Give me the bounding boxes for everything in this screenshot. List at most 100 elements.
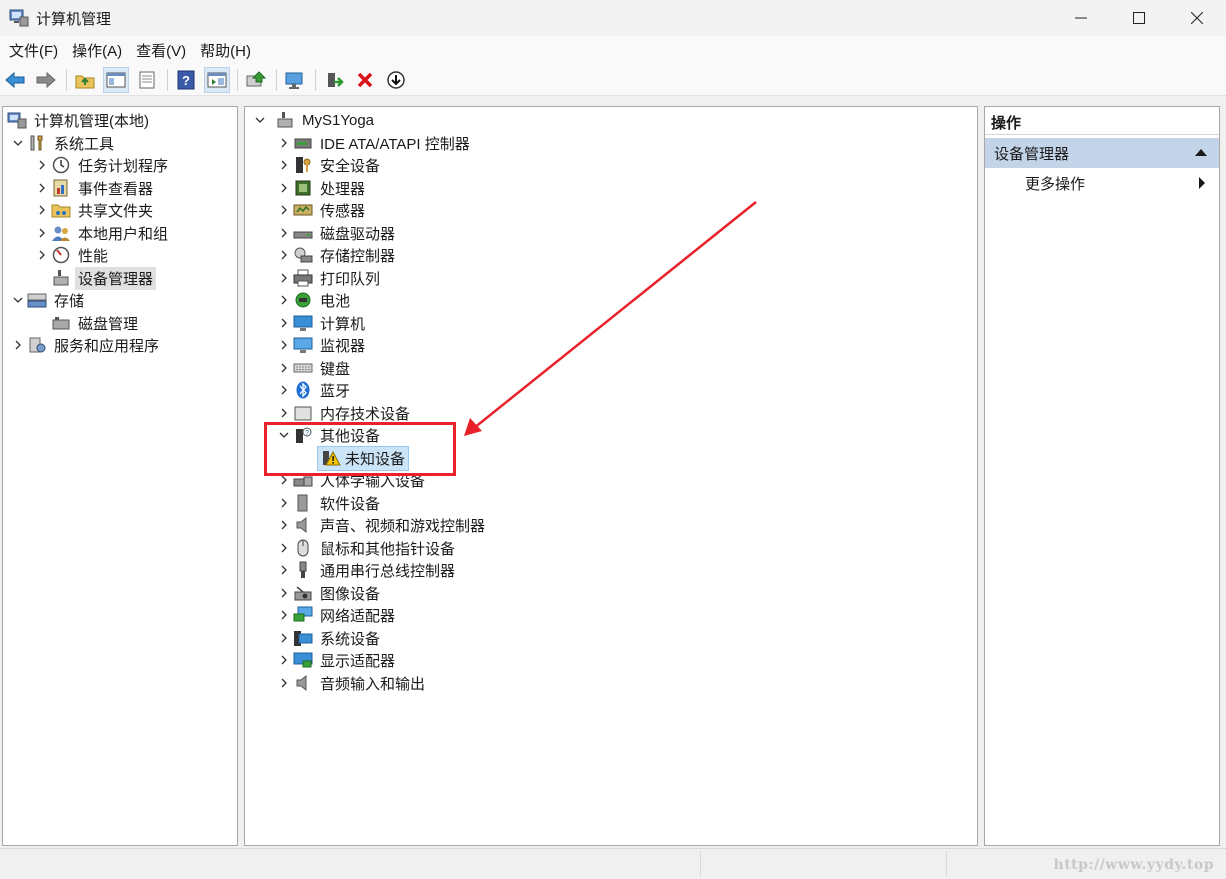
- tree-item-ide-controller[interactable]: IDE ATA/ATAPI 控制器: [275, 132, 473, 154]
- tree-item-event-viewer[interactable]: 事件查看器: [33, 177, 156, 199]
- properties-button[interactable]: [134, 67, 160, 93]
- tree-label: 监视器: [320, 337, 366, 355]
- chevron-right-icon[interactable]: [275, 160, 293, 170]
- monitor-icon: [293, 336, 313, 354]
- tree-item-shared-folders[interactable]: 共享文件夹: [33, 199, 156, 221]
- menu-file[interactable]: 文件(F): [2, 40, 65, 61]
- tree-item-disk-drives[interactable]: 磁盘驱动器: [275, 222, 398, 244]
- menu-view[interactable]: 查看(V): [129, 40, 193, 61]
- tree-item-computer[interactable]: 计算机: [275, 312, 368, 334]
- services-icon: [27, 336, 47, 354]
- tree-item-security-devices[interactable]: 安全设备: [275, 154, 383, 176]
- tree-item-performance[interactable]: 性能: [33, 244, 111, 266]
- chevron-right-icon[interactable]: [275, 363, 293, 373]
- chevron-right-icon[interactable]: [275, 183, 293, 193]
- actions-group-device-manager[interactable]: 设备管理器: [985, 138, 1219, 168]
- chevron-right-icon[interactable]: [275, 318, 293, 328]
- enable-device-icon: [328, 72, 344, 87]
- chevron-right-icon[interactable]: [33, 205, 51, 215]
- tree-item-local-users[interactable]: 本地用户和组: [33, 222, 171, 244]
- menu-help[interactable]: 帮助(H): [193, 40, 258, 61]
- computer-management-icon: [8, 8, 30, 28]
- menu-bar: 文件(F) 操作(A) 查看(V) 帮助(H): [0, 36, 1226, 64]
- tree-item-sensors[interactable]: 传感器: [275, 199, 368, 221]
- tree-item-task-scheduler[interactable]: 任务计划程序: [33, 154, 171, 176]
- chevron-right-icon[interactable]: [33, 228, 51, 238]
- chevron-right-icon[interactable]: [275, 565, 293, 575]
- tree-item-usb-controllers[interactable]: 通用串行总线控制器: [275, 559, 458, 581]
- maximize-button[interactable]: [1110, 0, 1168, 36]
- collapse-up-icon[interactable]: [1195, 149, 1207, 156]
- chevron-right-icon[interactable]: [33, 183, 51, 193]
- close-button[interactable]: [1168, 0, 1226, 36]
- printer-icon: [293, 269, 313, 287]
- menu-action[interactable]: 操作(A): [65, 40, 129, 61]
- disable-device-button[interactable]: [383, 67, 409, 93]
- chevron-right-icon[interactable]: [275, 385, 293, 395]
- tree-item-disk-management[interactable]: 磁盘管理: [51, 312, 141, 334]
- tree-item-bluetooth[interactable]: 蓝牙: [275, 379, 353, 401]
- chevron-right-icon[interactable]: [275, 250, 293, 260]
- tree-item-network-adapters[interactable]: 网络适配器: [275, 604, 398, 626]
- forward-button[interactable]: [33, 67, 59, 93]
- show-hide-tree-button[interactable]: [103, 66, 129, 93]
- chevron-right-icon[interactable]: [275, 588, 293, 598]
- chevron-right-icon[interactable]: [275, 408, 293, 418]
- tree-item-audio-io[interactable]: 音频输入和输出: [275, 672, 428, 694]
- uninstall-device-button[interactable]: [352, 67, 378, 93]
- chevron-right-icon[interactable]: [275, 205, 293, 215]
- chevron-down-icon[interactable]: [9, 139, 27, 147]
- tree-item-computer-management[interactable]: 计算机管理(本地): [7, 109, 152, 131]
- back-arrow-icon: [5, 71, 25, 88]
- tree-item-display-adapters[interactable]: 显示适配器: [275, 649, 398, 671]
- chevron-right-icon[interactable]: [275, 520, 293, 530]
- tree-item-software-devices[interactable]: 软件设备: [275, 492, 383, 514]
- tree-item-device-manager[interactable]: 设备管理器: [51, 266, 157, 290]
- tree-item-print-queues[interactable]: 打印队列: [275, 267, 383, 289]
- update-driver-button[interactable]: [243, 67, 269, 93]
- tree-item-mice[interactable]: 鼠标和其他指针设备: [275, 537, 458, 559]
- tree-label: 共享文件夹: [78, 202, 154, 220]
- help-button[interactable]: ?: [173, 67, 199, 93]
- back-button[interactable]: [2, 67, 28, 93]
- show-action-pane-button[interactable]: [204, 66, 230, 93]
- tree-item-batteries[interactable]: 电池: [275, 289, 353, 311]
- minimize-button[interactable]: [1052, 0, 1110, 36]
- chevron-right-icon[interactable]: [275, 543, 293, 553]
- chevron-right-icon[interactable]: [33, 250, 51, 260]
- tree-item-services-apps[interactable]: 服务和应用程序: [9, 334, 162, 356]
- chevron-right-icon[interactable]: [275, 475, 293, 485]
- chevron-right-icon[interactable]: [33, 160, 51, 170]
- tree-item-monitors[interactable]: 监视器: [275, 334, 368, 356]
- chevron-right-icon[interactable]: [275, 228, 293, 238]
- tools-icon: [27, 134, 47, 152]
- toolbar-separator: [167, 68, 168, 91]
- chevron-down-icon[interactable]: [9, 296, 27, 304]
- chevron-right-icon[interactable]: [275, 138, 293, 148]
- tree-item-imaging-devices[interactable]: 图像设备: [275, 582, 383, 604]
- tree-item-processors[interactable]: 处理器: [275, 177, 368, 199]
- tree-item-system-tools[interactable]: 系统工具: [9, 132, 117, 154]
- chevron-down-icon[interactable]: [251, 116, 269, 124]
- mouse-icon: [293, 539, 313, 557]
- tree-item-system-devices[interactable]: 系统设备: [275, 627, 383, 649]
- tree-item-computer-root[interactable]: MyS1Yoga: [251, 109, 377, 131]
- tree-item-sound-video-game[interactable]: 声音、视频和游戏控制器: [275, 514, 488, 536]
- chevron-right-icon[interactable]: [275, 273, 293, 283]
- tree-item-storage[interactable]: 存储: [9, 289, 87, 311]
- up-folder-button[interactable]: [72, 67, 98, 93]
- enable-device-button[interactable]: [321, 67, 347, 93]
- chevron-right-icon[interactable]: [275, 678, 293, 688]
- chevron-right-icon[interactable]: [275, 655, 293, 665]
- tree-item-storage-controllers[interactable]: 存储控制器: [275, 244, 398, 266]
- chevron-right-icon[interactable]: [9, 340, 27, 350]
- chevron-right-icon[interactable]: [275, 295, 293, 305]
- chevron-right-icon[interactable]: [275, 610, 293, 620]
- chevron-right-icon[interactable]: [275, 633, 293, 643]
- more-actions-item[interactable]: 更多操作: [1025, 171, 1215, 195]
- chevron-right-icon[interactable]: [275, 498, 293, 508]
- scan-hardware-button[interactable]: [282, 67, 308, 93]
- tree-item-memory-tech[interactable]: 内存技术设备: [275, 402, 413, 424]
- tree-item-keyboards[interactable]: 键盘: [275, 357, 353, 379]
- chevron-right-icon[interactable]: [275, 340, 293, 350]
